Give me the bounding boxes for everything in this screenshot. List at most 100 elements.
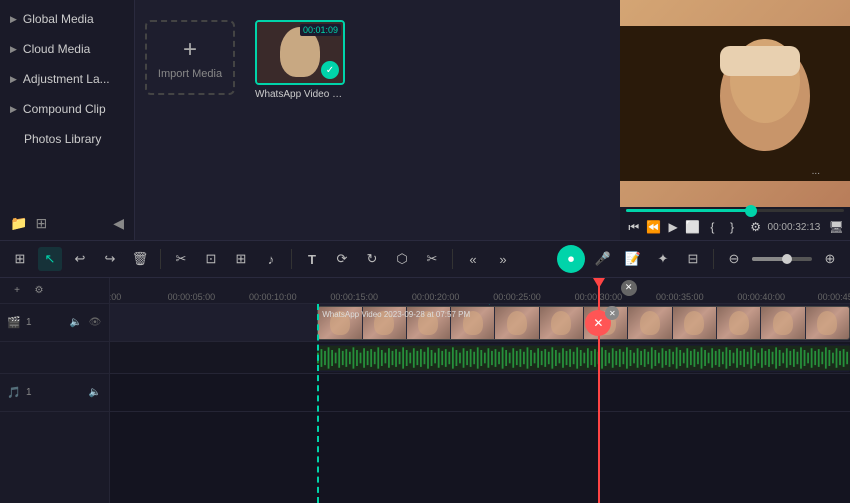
sidebar-item-label: Compound Clip	[23, 102, 106, 116]
time-mark-15: 00:00:15:00	[330, 292, 378, 302]
time-mark-5: 00:00:05:00	[168, 292, 216, 302]
toolbar-divider-3	[452, 249, 453, 269]
clip-frame	[806, 307, 849, 339]
toolbar-redo-button[interactable]: ↪	[98, 247, 122, 271]
bracket-left-button[interactable]: {	[705, 218, 721, 236]
grid-icon[interactable]: ⊞	[35, 215, 47, 232]
tracks-container: 🎬 1 🔈 👁 🎵 1 🔈	[0, 304, 850, 503]
preview-panel: ... ⏮ ⏪ ▶ ⬜ { } ⚙ 00:00:32:13 🖥	[620, 0, 850, 240]
plus-icon: +	[183, 36, 197, 64]
time-mark-35: 00:00:35:00	[656, 292, 704, 302]
toolbar-pip-button[interactable]: ⊟	[681, 247, 705, 271]
timeline-track-label-area: + ⚙	[0, 278, 110, 303]
toolbar-script-button[interactable]: 📝	[621, 247, 645, 271]
slider-fill	[626, 209, 757, 212]
toolbar-effects-button[interactable]: ✦	[651, 247, 675, 271]
sidebar-item-cloud-media[interactable]: ▶ Cloud Media	[0, 34, 134, 64]
zoom-slider-thumb[interactable]	[782, 254, 792, 264]
toolbar-copy-button[interactable]: ⊡	[199, 247, 223, 271]
sidebar-item-compound-clip[interactable]: ▶ Compound Clip	[0, 94, 134, 124]
toolbar-rotate-button[interactable]: ↻	[360, 247, 384, 271]
media-clip-thumb[interactable]: 00:01:09 ✓ WhatsApp Video 202...	[255, 20, 345, 100]
toolbar-crop-button[interactable]: ⬡	[390, 247, 414, 271]
fullscreen-button[interactable]: ⬜	[685, 218, 701, 236]
toolbar-chevron-left-button[interactable]: «	[461, 247, 485, 271]
slider-thumb[interactable]	[745, 205, 757, 217]
toolbar-split-button[interactable]: ⊞	[229, 247, 253, 271]
toolbar-zoom-out-button[interactable]: ⊖	[722, 247, 746, 271]
monitor-button[interactable]: 🖥	[828, 218, 844, 236]
sidebar-item-label: Photos Library	[10, 132, 101, 146]
toolbar-divider-1	[160, 249, 161, 269]
sidebar-item-label: Global Media	[23, 12, 94, 26]
toolbar-text-button[interactable]: T	[300, 247, 324, 271]
clip-selected-check: ✓	[321, 61, 339, 79]
track-num: 1	[26, 317, 32, 328]
video-icon: 🎬	[6, 315, 22, 331]
media-browser: + Import Media 00:01:09 ✓ WhatsApp Video…	[135, 0, 620, 240]
toolbar-cut-button[interactable]: ✂	[169, 247, 193, 271]
add-track-button[interactable]: +	[8, 282, 26, 300]
track-mute-button[interactable]: 🔈	[68, 315, 84, 331]
toolbar-audio-button[interactable]: ♪	[259, 247, 283, 271]
settings-track-button[interactable]: ⚙	[30, 282, 48, 300]
toolbar-undo-button[interactable]: ↩	[68, 247, 92, 271]
collapse-icon[interactable]: ◀	[113, 215, 124, 232]
track-mute-button[interactable]: 🔈	[87, 385, 103, 401]
bracket-right-button[interactable]: }	[724, 218, 740, 236]
sidebar-item-global-media[interactable]: ▶ Global Media	[0, 4, 134, 34]
chevron-right-icon: ▶	[10, 74, 17, 85]
video-track: WhatsApp Video 2023-09-28 at 07:57 PM	[110, 304, 850, 342]
preview-progress-slider[interactable]	[626, 209, 844, 212]
timeline: + ⚙ 00:00 00:00:05:00 00:00:10:00 00:00:…	[0, 278, 850, 503]
preview-timecode: 00:00:32:13	[768, 222, 821, 233]
toolbar-zoom-in-button[interactable]: ⊕	[818, 247, 842, 271]
preview-controls: ⏮ ⏪ ▶ ⬜ { } ⚙ 00:00:32:13 🖥	[620, 214, 850, 240]
close-playhead-button[interactable]: ✕	[621, 280, 637, 296]
toolbar-trim-button[interactable]: ✂	[420, 247, 444, 271]
time-mark-45: 00:00:45	[818, 292, 850, 302]
zoom-slider[interactable]	[752, 257, 812, 261]
toolbar-select-button[interactable]: ↖	[38, 247, 62, 271]
toolbar-mic-button[interactable]: 🎤	[591, 247, 615, 271]
svg-text:...: ...	[812, 166, 820, 177]
play-button[interactable]: ▶	[665, 218, 681, 236]
preview-slider-row	[620, 207, 850, 214]
clip-frame	[673, 307, 716, 339]
frame-back-button[interactable]: ⏪	[646, 218, 662, 236]
sidebar-item-photos-library[interactable]: Photos Library	[0, 124, 134, 154]
clip-frame	[495, 307, 538, 339]
clip-frame	[761, 307, 804, 339]
zoom-slider-fill	[752, 257, 785, 261]
video-clip[interactable]: WhatsApp Video 2023-09-28 at 07:57 PM	[317, 306, 850, 340]
music-icon: 🎵	[6, 385, 22, 401]
track-num: 1	[26, 387, 32, 398]
playhead-head	[593, 278, 605, 288]
toolbar-record-button[interactable]: ⏺	[557, 245, 585, 273]
clip-frame	[717, 307, 760, 339]
preview-video: ...	[620, 0, 850, 207]
clip-frame	[628, 307, 671, 339]
time-mark-20: 00:00:20:00	[412, 292, 460, 302]
skip-back-button[interactable]: ⏮	[626, 218, 642, 236]
clip-label: WhatsApp Video 2023-09-28 at 07:57 PM	[322, 310, 470, 319]
toolbar-speed-button[interactable]: ⟳	[330, 247, 354, 271]
toolbar-chevron-right-button[interactable]: »	[491, 247, 515, 271]
track-actions: 🔈	[87, 385, 103, 401]
toolbar-grid-button[interactable]: ⊞	[8, 247, 32, 271]
import-media-button[interactable]: + Import Media	[145, 20, 235, 95]
toolbar-delete-button[interactable]: 🗑	[128, 247, 152, 271]
audio-waveform	[317, 344, 850, 372]
time-mark-0: 00:00	[110, 292, 121, 302]
playhead-ruler-line	[598, 278, 600, 304]
time-mark-10: 00:00:10:00	[249, 292, 297, 302]
chevron-right-icon: ▶	[10, 14, 17, 25]
track-actions: 🔈 👁	[68, 315, 103, 331]
sidebar-item-adjustment[interactable]: ▶ Adjustment La...	[0, 64, 134, 94]
chevron-right-icon: ▶	[10, 104, 17, 115]
folder-icon[interactable]: 📁	[10, 215, 27, 232]
clip-name-label: WhatsApp Video 202...	[255, 89, 345, 100]
track-eye-button[interactable]: 👁	[87, 315, 103, 331]
more-options-button[interactable]: ⚙	[748, 218, 764, 236]
video-track-label: 🎬 1 🔈 👁	[0, 304, 109, 342]
